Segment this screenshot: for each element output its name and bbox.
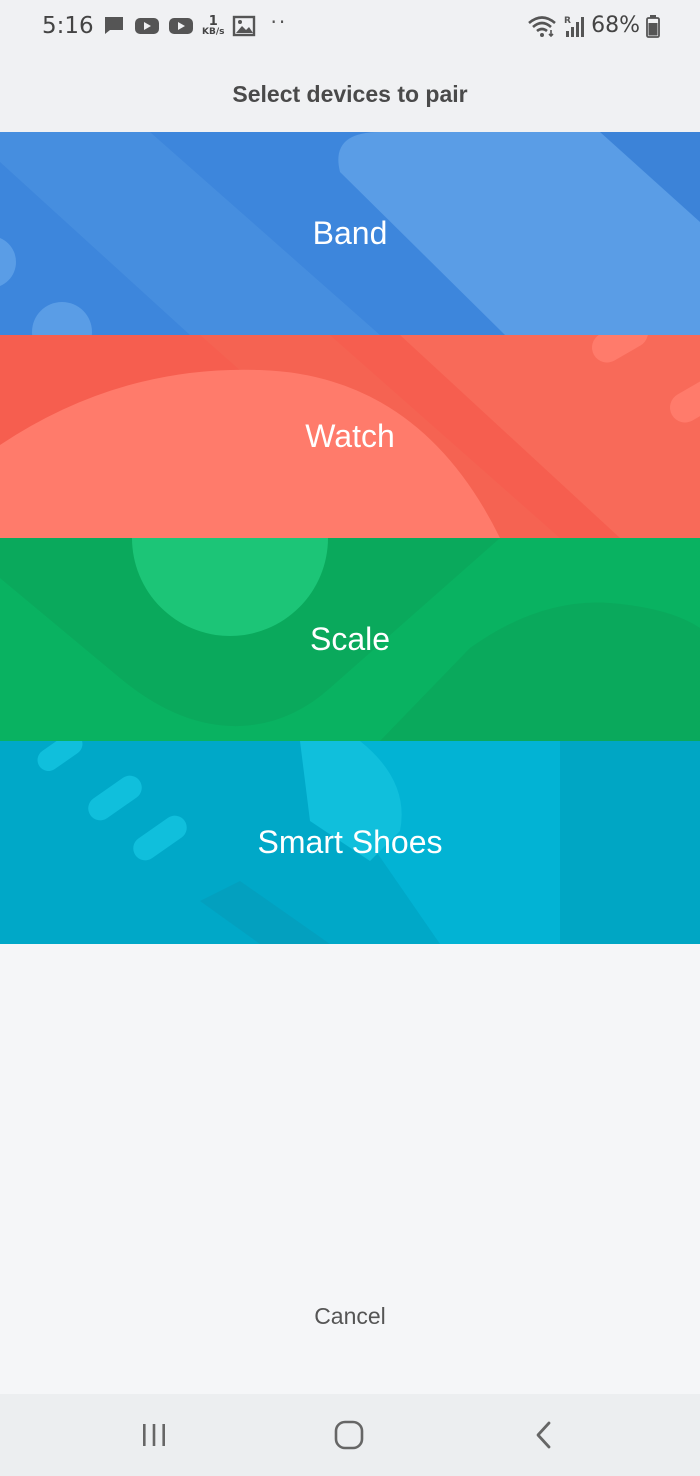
status-bar: 5:16 1 KB/s ·· R 68% [0,0,700,56]
recent-apps-icon [143,1424,165,1446]
device-card-scale[interactable]: Scale [0,538,700,741]
device-card-smart-shoes[interactable]: Smart Shoes [0,741,700,944]
youtube-icon [135,18,159,34]
device-card-watch[interactable]: Watch [0,335,700,538]
system-icons: R 68% [527,13,660,38]
back-button[interactable] [484,1394,604,1476]
more-notifications-icon: ·· [270,10,288,34]
navigation-bar [0,1394,700,1476]
battery-percent: 68% [591,13,640,38]
svg-text:R: R [564,16,571,26]
status-time: 5:16 [42,13,94,39]
network-speed: 1 KB/s [202,15,224,37]
device-label-watch: Watch [305,418,395,454]
home-button[interactable] [289,1394,409,1476]
signal-icon: R [564,16,585,37]
wifi-icon [528,15,556,37]
device-label-smart-shoes: Smart Shoes [257,824,443,860]
back-icon [536,1421,551,1449]
header: Select devices to pair [0,56,700,132]
recent-apps-button[interactable] [94,1394,214,1476]
image-icon [233,15,256,37]
page-title: Select devices to pair [232,80,468,107]
cancel-button[interactable]: Cancel [250,1290,450,1342]
notification-icons: 1 KB/s ·· [102,10,287,38]
message-icon [105,17,123,34]
home-icon [334,1420,364,1450]
youtube-icon [169,18,193,34]
network-speed-unit: KB/s [202,27,225,37]
pair-devices-screen: 5:16 1 KB/s ·· R 68% Select devices to p… [0,0,700,1476]
device-card-band[interactable]: Band [0,132,700,335]
battery-icon [646,14,660,38]
device-label-band: Band [312,215,388,251]
device-label-scale: Scale [309,621,391,657]
